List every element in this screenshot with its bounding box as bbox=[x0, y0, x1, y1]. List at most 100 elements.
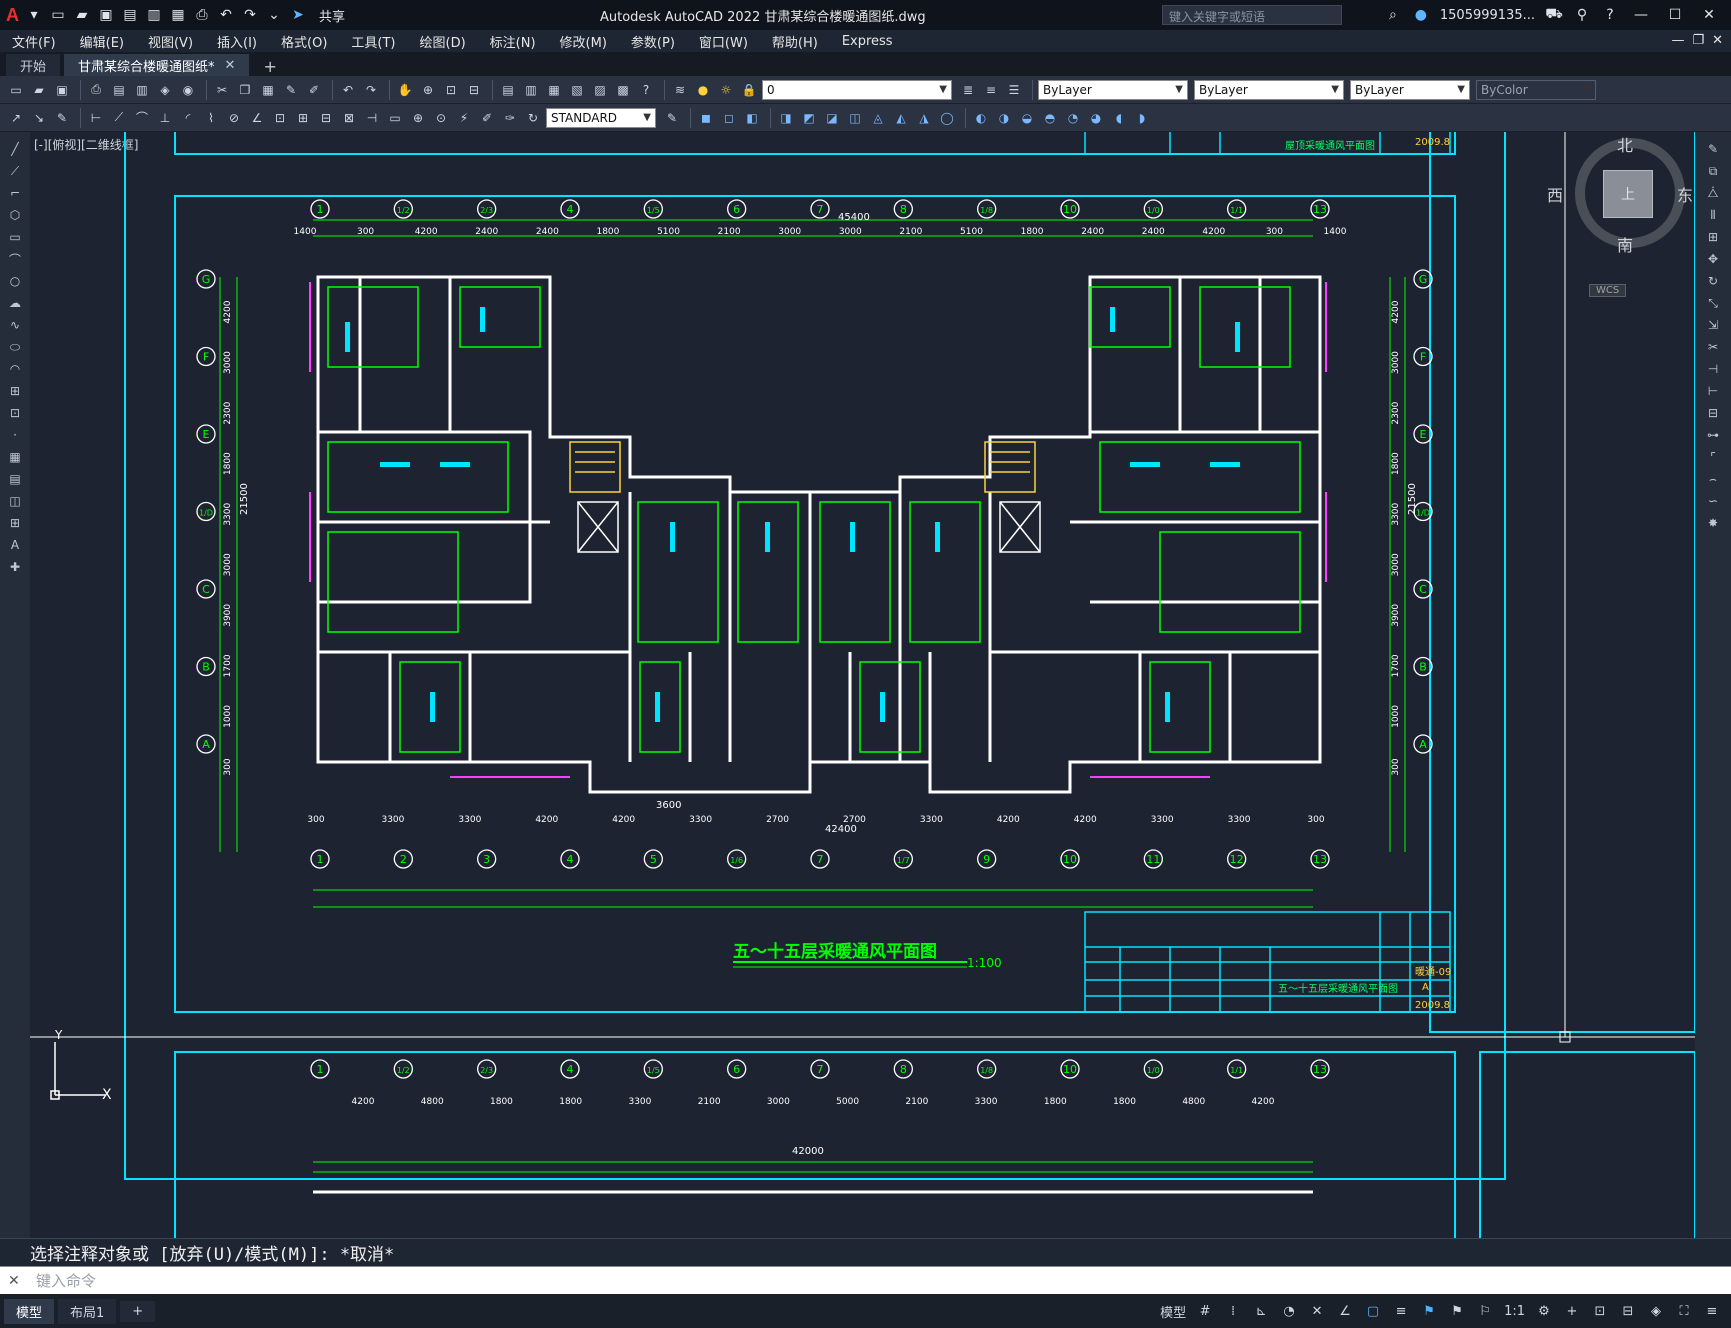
circle-icon[interactable]: ○ bbox=[5, 272, 25, 290]
inspection-icon[interactable]: ⊙ bbox=[431, 108, 451, 128]
arc-length-icon[interactable]: ⌒ bbox=[132, 108, 152, 128]
publish-web-icon[interactable]: ◉ bbox=[178, 80, 198, 100]
stretch-icon[interactable]: ⇲ bbox=[1703, 316, 1723, 334]
calculator-icon[interactable]: ▩ bbox=[613, 80, 633, 100]
menu-file[interactable]: 文件(F) bbox=[0, 32, 68, 51]
autocad-logo[interactable]: A bbox=[6, 5, 19, 26]
add-selected-icon[interactable]: ✚ bbox=[5, 558, 25, 576]
units-icon[interactable]: ⊡ bbox=[1591, 1304, 1609, 1319]
doc-restore-icon[interactable]: ❐ bbox=[1692, 33, 1704, 48]
mirror-icon[interactable]: ⧊ bbox=[1703, 184, 1723, 202]
properties-icon[interactable]: ▤ bbox=[498, 80, 518, 100]
annotation-scale-value[interactable]: 1:1 bbox=[1504, 1304, 1525, 1319]
save-as-icon[interactable]: ▤ bbox=[121, 6, 139, 24]
quick-dimension-icon[interactable]: ⊡ bbox=[270, 108, 290, 128]
fullscreen-icon[interactable]: ⛶ bbox=[1675, 1304, 1693, 1319]
offset-icon[interactable]: ⫴ bbox=[1703, 206, 1723, 224]
polar-icon[interactable]: ◔ bbox=[1280, 1304, 1298, 1319]
viewcube-north[interactable]: 北 bbox=[1617, 132, 1633, 156]
customize-status-icon[interactable]: ≡ bbox=[1703, 1304, 1721, 1319]
layer-sun-icon[interactable]: ☼ bbox=[716, 80, 736, 100]
imprint-icon[interactable]: ◐ bbox=[971, 108, 991, 128]
layer-dropdown[interactable]: 0 ▼ bbox=[762, 79, 952, 100]
minimize-icon[interactable]: — bbox=[1629, 7, 1653, 23]
dimension-update-icon[interactable]: ↻ bbox=[523, 108, 543, 128]
revision-cloud-icon[interactable]: ☁ bbox=[5, 294, 25, 312]
pan-icon[interactable]: ✋ bbox=[395, 80, 415, 100]
lineweight-icon[interactable]: ≡ bbox=[1392, 1304, 1410, 1319]
join-icon[interactable]: ⊶ bbox=[1703, 426, 1723, 444]
move-faces-icon[interactable]: ◩ bbox=[799, 108, 819, 128]
cart-icon[interactable]: ⛟ bbox=[1545, 6, 1563, 24]
annotation-icon[interactable]: ✎ bbox=[52, 108, 72, 128]
copy-icon[interactable]: ❐ bbox=[235, 80, 255, 100]
object-snap-tracking-icon[interactable]: ∠ bbox=[1336, 1304, 1354, 1319]
extrude-faces-icon[interactable]: ◨ bbox=[776, 108, 796, 128]
jogged-icon[interactable]: ⌇ bbox=[201, 108, 221, 128]
dimension-edit-icon[interactable]: ✐ bbox=[477, 108, 497, 128]
auto-scale-icon[interactable]: ⚑ bbox=[1448, 1304, 1466, 1319]
print-icon[interactable]: ⎙ bbox=[193, 6, 211, 24]
zoom-realtime-icon[interactable]: ⊕ bbox=[418, 80, 438, 100]
dimension-style-icon[interactable]: ✎ bbox=[662, 108, 682, 128]
maximize-icon[interactable]: ☐ bbox=[1663, 7, 1687, 23]
rectangle-icon[interactable]: ▭ bbox=[5, 228, 25, 246]
customize-qat-icon[interactable]: ⌄ bbox=[265, 6, 283, 24]
layer-previous-icon[interactable]: ≡ bbox=[981, 80, 1001, 100]
continue-icon[interactable]: ⊟ bbox=[316, 108, 336, 128]
plot-3d-icon[interactable]: ◈ bbox=[155, 80, 175, 100]
spline-icon[interactable]: ∿ bbox=[5, 316, 25, 334]
array-icon[interactable]: ⊞ bbox=[1703, 228, 1723, 246]
blend-curves-icon[interactable]: ∽ bbox=[1703, 492, 1723, 510]
doc-close-icon[interactable]: ✕ bbox=[1712, 33, 1723, 48]
viewcube-south[interactable]: 南 bbox=[1617, 232, 1633, 256]
command-line[interactable]: ✕ 键入命令 bbox=[0, 1266, 1731, 1294]
section-icon[interactable]: ◗ bbox=[1132, 108, 1152, 128]
menu-tools[interactable]: 工具(T) bbox=[339, 32, 407, 51]
doc-minimize-icon[interactable]: — bbox=[1671, 33, 1684, 48]
isolate-objects-icon[interactable]: ◈ bbox=[1647, 1304, 1665, 1319]
design-center-icon[interactable]: ▥ bbox=[521, 80, 541, 100]
block-editor-icon[interactable]: ✐ bbox=[304, 80, 324, 100]
menu-dimension[interactable]: 标注(N) bbox=[478, 32, 548, 51]
ellipse-arc-icon[interactable]: ◠ bbox=[5, 360, 25, 378]
drawing-viewport[interactable]: [-][俯视][二维线框] 屋顶采暖通风平面图 2009.8 五～十五层采暖通风… bbox=[30, 132, 1695, 1238]
multileader-icon[interactable]: ↗ bbox=[6, 108, 26, 128]
command-close-icon[interactable]: ✕ bbox=[8, 1273, 20, 1289]
tolerance-icon[interactable]: ▭ bbox=[385, 108, 405, 128]
layer-bulb-icon[interactable]: ● bbox=[693, 80, 713, 100]
delete-faces-icon[interactable]: ◫ bbox=[845, 108, 865, 128]
open-icon[interactable]: ▰ bbox=[29, 80, 49, 100]
open-web-icon[interactable]: ▥ bbox=[145, 6, 163, 24]
menu-edit[interactable]: 编辑(E) bbox=[68, 32, 136, 51]
preview-icon[interactable]: ▤ bbox=[109, 80, 129, 100]
annotation-monitor-icon[interactable]: + bbox=[1563, 1304, 1581, 1319]
dimension-space-icon[interactable]: ⊠ bbox=[339, 108, 359, 128]
open-folder-icon[interactable]: ▰ bbox=[73, 6, 91, 24]
move-icon[interactable]: ✥ bbox=[1703, 250, 1723, 268]
break-icon[interactable]: ⊟ bbox=[1703, 404, 1723, 422]
tab-close-icon[interactable]: ✕ bbox=[225, 58, 236, 73]
break-at-point-icon[interactable]: ⊢ bbox=[1703, 382, 1723, 400]
clean-icon[interactable]: ◑ bbox=[994, 108, 1014, 128]
point-icon[interactable]: · bbox=[5, 426, 25, 444]
workspace-gear-icon[interactable]: ⚙ bbox=[1535, 1304, 1553, 1319]
intersect-icon[interactable]: ◧ bbox=[742, 108, 762, 128]
region-icon[interactable]: ◫ bbox=[5, 492, 25, 510]
radius-icon[interactable]: ◜ bbox=[178, 108, 198, 128]
object-snap-icon[interactable]: ▢ bbox=[1364, 1304, 1382, 1319]
qnew-icon[interactable]: ▭ bbox=[6, 80, 26, 100]
viewcube[interactable]: 上 北 南 东 西 WCS bbox=[1545, 132, 1695, 312]
user-account[interactable]: 1505999135... bbox=[1440, 8, 1535, 23]
help-icon[interactable]: ? bbox=[1601, 6, 1619, 24]
center-mark-icon[interactable]: ⊕ bbox=[408, 108, 428, 128]
taper-faces-icon[interactable]: ◭ bbox=[891, 108, 911, 128]
dimension-break-icon[interactable]: ⊣ bbox=[362, 108, 382, 128]
rotate-icon[interactable]: ↻ bbox=[1703, 272, 1723, 290]
copy-faces-icon[interactable]: ◮ bbox=[914, 108, 934, 128]
baseline-icon[interactable]: ⊞ bbox=[293, 108, 313, 128]
annotation-visibility-icon[interactable]: ⚑ bbox=[1420, 1304, 1438, 1319]
shell-icon[interactable]: ◓ bbox=[1040, 108, 1060, 128]
make-block-icon[interactable]: ⊡ bbox=[5, 404, 25, 422]
color-faces-icon[interactable]: ◯ bbox=[937, 108, 957, 128]
